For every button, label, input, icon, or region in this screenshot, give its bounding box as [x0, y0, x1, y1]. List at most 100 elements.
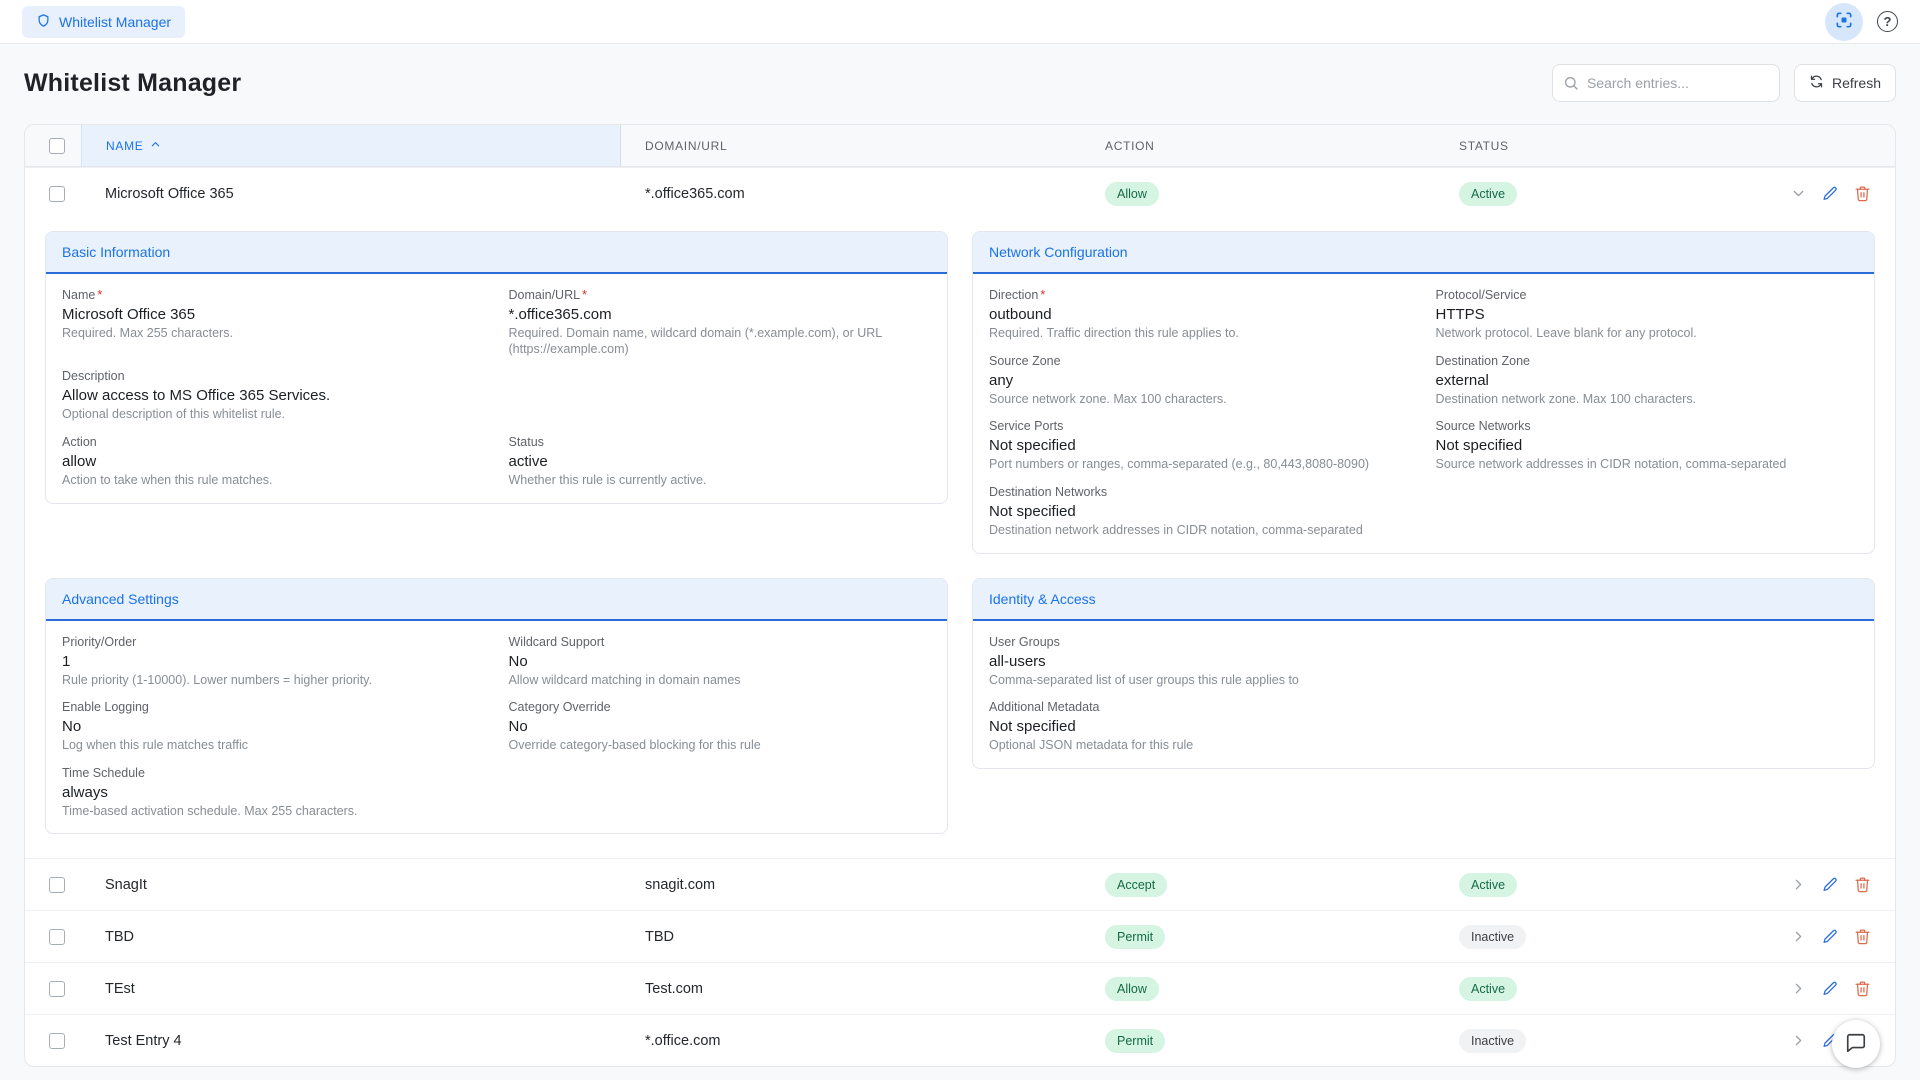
page-title: Whitelist Manager [24, 69, 241, 98]
field-hint: Optional JSON metadata for this rule [989, 738, 1412, 754]
field-value: all-users [989, 653, 1412, 670]
select-all-checkbox[interactable] [49, 138, 65, 154]
edit-icon[interactable] [1822, 928, 1839, 945]
expand-chevron-right-icon[interactable] [1790, 876, 1807, 893]
action-badge: Allow [1105, 182, 1159, 206]
table-row[interactable]: SnagIt snagit.com Accept Active [25, 858, 1895, 910]
collapse-chevron-down-icon[interactable] [1790, 185, 1807, 202]
page-header: Whitelist Manager Refresh [24, 64, 1896, 102]
field-hint: Source network addresses in CIDR notatio… [1436, 457, 1859, 473]
field-destination-zone: Destination Zone external Destination ne… [1436, 354, 1859, 408]
row-status-cell: Inactive [1435, 1029, 1765, 1053]
row-checkbox[interactable] [49, 929, 65, 945]
help-icon[interactable]: ? [1877, 11, 1898, 32]
delete-icon[interactable] [1854, 185, 1871, 202]
field-name: Name* Microsoft Office 365 Required. Max… [62, 288, 485, 357]
field-label: Source Zone [989, 354, 1412, 368]
header-tools: Refresh [1552, 64, 1896, 102]
search-input[interactable] [1552, 64, 1780, 102]
row-checkbox-cell [25, 877, 81, 893]
action-badge: Permit [1105, 925, 1165, 949]
field-value: 1 [62, 653, 485, 670]
column-header-name[interactable]: NAME [81, 125, 621, 166]
field-label: Category Override [509, 700, 932, 714]
panel-body: Direction* outbound Required. Traffic di… [973, 274, 1874, 553]
field-label: Wildcard Support [509, 635, 932, 649]
expand-chevron-right-icon[interactable] [1790, 928, 1807, 945]
panel-advanced-settings: Advanced Settings Priority/Order 1 Rule … [45, 578, 948, 835]
row-status-cell: Active [1435, 182, 1765, 206]
chat-fab-button[interactable] [1832, 1020, 1880, 1068]
row-status-cell: Active [1435, 873, 1765, 897]
panel-identity-access: Identity & Access User Groups all-users … [972, 578, 1875, 769]
table-row[interactable]: TEst Test.com Allow Active [25, 962, 1895, 1014]
field-label: Time Schedule [62, 766, 485, 780]
row-checkbox[interactable] [49, 1033, 65, 1049]
field-hint: Allow wildcard matching in domain names [509, 673, 932, 689]
row-domain: *.office365.com [621, 186, 1081, 202]
field-value: Microsoft Office 365 [62, 306, 485, 323]
field-label: Direction* [989, 288, 1412, 302]
expand-chevron-right-icon[interactable] [1790, 1032, 1807, 1049]
panel-body: User Groups all-users Comma-separated li… [973, 621, 1874, 768]
refresh-button[interactable]: Refresh [1794, 64, 1896, 102]
field-hint: Override category-based blocking for thi… [509, 738, 932, 754]
field-destination-networks: Destination Networks Not specified Desti… [989, 485, 1412, 539]
tab-whitelist-manager[interactable]: Whitelist Manager [22, 6, 185, 38]
field-label: Service Ports [989, 419, 1412, 433]
field-priority-order: Priority/Order 1 Rule priority (1-10000)… [62, 635, 485, 689]
row-name: TEst [81, 981, 621, 997]
delete-icon[interactable] [1854, 876, 1871, 893]
table-row[interactable]: Microsoft Office 365 *.office365.com All… [25, 167, 1895, 219]
field-action: Action allow Action to take when this ru… [62, 435, 485, 489]
field-enable-logging: Enable Logging No Log when this rule mat… [62, 700, 485, 754]
field-value: *.office365.com [509, 306, 932, 323]
tab-label: Whitelist Manager [59, 14, 171, 30]
field-label: Description [62, 369, 485, 383]
row-actions [1765, 980, 1895, 997]
edit-icon[interactable] [1822, 876, 1839, 893]
panel-body: Name* Microsoft Office 365 Required. Max… [46, 274, 947, 503]
field-value: Not specified [1436, 437, 1859, 454]
field-hint: Required. Max 255 characters. [62, 326, 485, 342]
row-action-cell: Allow [1081, 182, 1435, 206]
action-badge: Accept [1105, 873, 1167, 897]
field-source-networks: Source Networks Not specified Source net… [1436, 419, 1859, 473]
focus-mode-button[interactable] [1825, 3, 1863, 41]
top-bar: Whitelist Manager ? [0, 0, 1920, 44]
select-all-cell [25, 125, 81, 166]
row-domain: snagit.com [621, 877, 1081, 893]
delete-icon[interactable] [1854, 980, 1871, 997]
field-value: No [62, 718, 485, 735]
column-header-status[interactable]: STATUS [1435, 125, 1765, 166]
row-checkbox-cell [25, 186, 81, 202]
column-header-action[interactable]: ACTION [1081, 125, 1435, 166]
chat-bubble-icon [1845, 1032, 1867, 1057]
row-action-cell: Permit [1081, 1029, 1435, 1053]
field-hint: Source network zone. Max 100 characters. [989, 392, 1412, 408]
field-label: Source Networks [1436, 419, 1859, 433]
panel-title: Identity & Access [973, 579, 1874, 621]
row-checkbox[interactable] [49, 981, 65, 997]
table-row[interactable]: TBD TBD Permit Inactive [25, 910, 1895, 962]
field-domain-url: Domain/URL* *.office365.com Required. Do… [509, 288, 932, 357]
field-source-zone: Source Zone any Source network zone. Max… [989, 354, 1412, 408]
row-checkbox-cell [25, 1033, 81, 1049]
table-header: NAME DOMAIN/URL ACTION STATUS [25, 125, 1895, 167]
delete-icon[interactable] [1854, 928, 1871, 945]
status-badge: Active [1459, 873, 1517, 897]
shield-icon [36, 13, 51, 31]
row-checkbox[interactable] [49, 877, 65, 893]
search-box [1552, 64, 1780, 102]
edit-icon[interactable] [1822, 185, 1839, 202]
field-label: Name* [62, 288, 485, 302]
page-content: Whitelist Manager Refresh [0, 64, 1920, 1067]
row-name: TBD [81, 929, 621, 945]
field-protocol-service: Protocol/Service HTTPS Network protocol.… [1436, 288, 1859, 342]
column-header-actions [1765, 125, 1895, 166]
column-header-domain[interactable]: DOMAIN/URL [621, 125, 1081, 166]
expand-chevron-right-icon[interactable] [1790, 980, 1807, 997]
table-row[interactable]: Test Entry 4 *.office.com Permit Inactiv… [25, 1014, 1895, 1066]
row-checkbox[interactable] [49, 186, 65, 202]
edit-icon[interactable] [1822, 980, 1839, 997]
